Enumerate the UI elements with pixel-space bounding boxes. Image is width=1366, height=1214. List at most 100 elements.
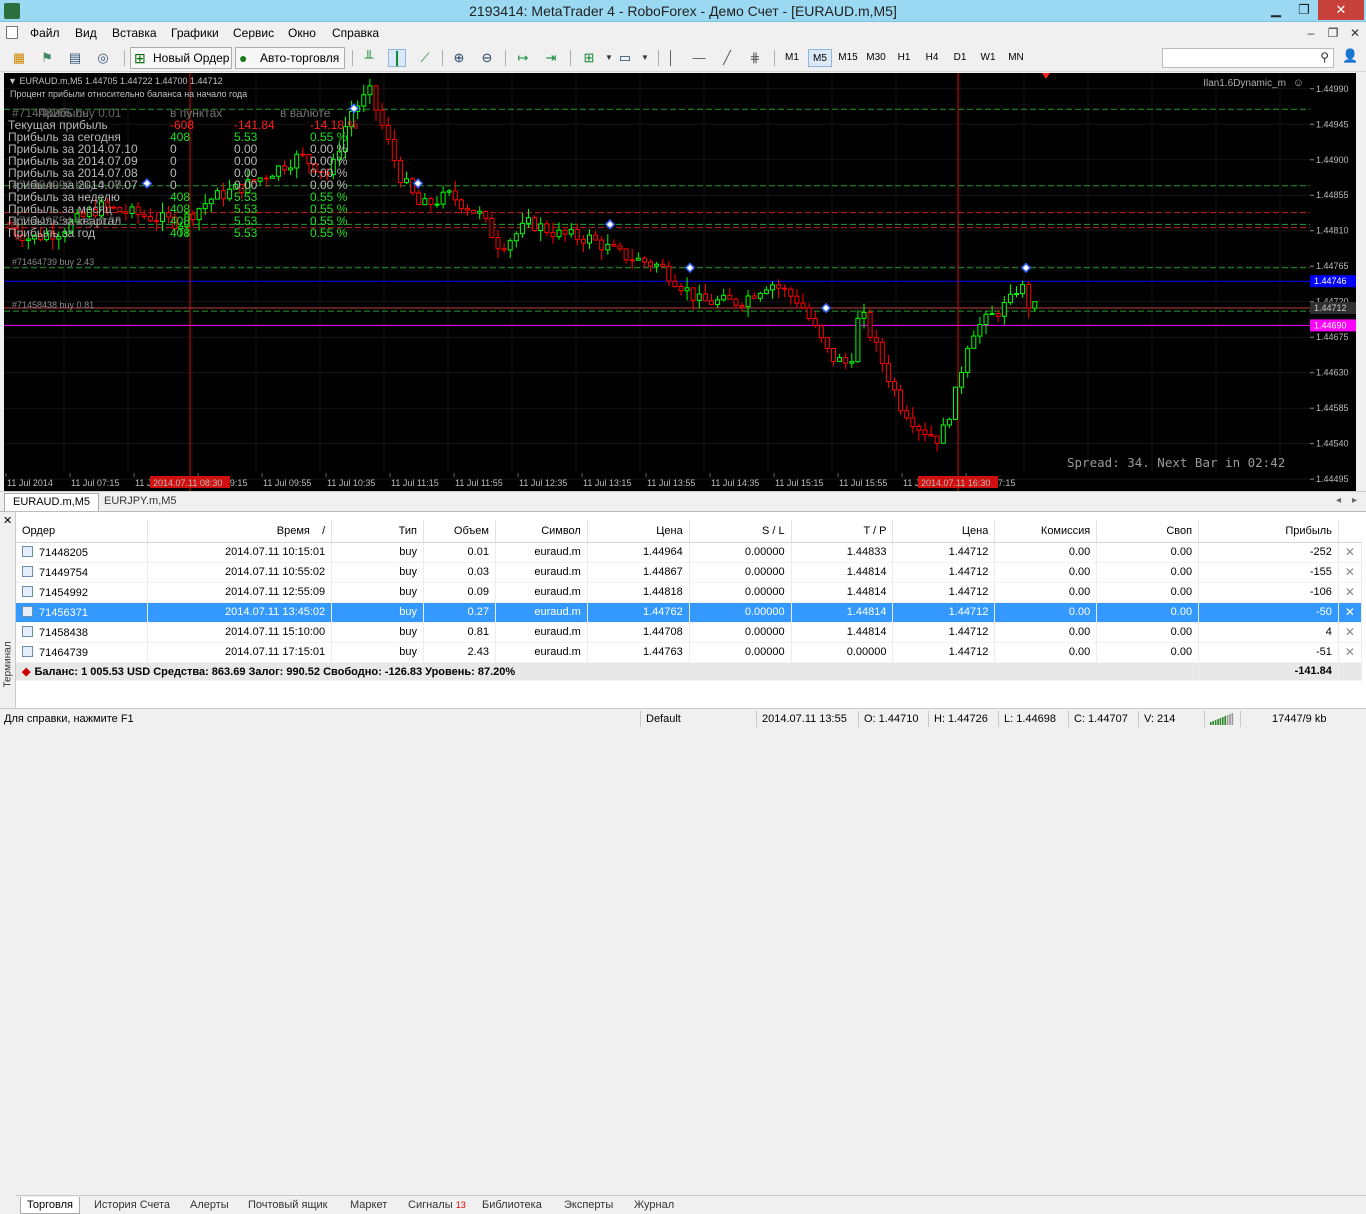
order-row[interactable]: 71464739 2014.07.11 17:15:01 buy 2.43 euraud… — [16, 642, 1363, 663]
col-tp[interactable]: T / P — [791, 520, 894, 543]
tf-d1-button[interactable]: D1 — [948, 49, 972, 67]
tabs-scroll-left-icon[interactable]: ◂ — [1336, 495, 1341, 506]
cell-cur: 1.44712 — [948, 546, 989, 558]
close-order-icon[interactable]: ✕ — [1338, 602, 1363, 623]
close-order-icon[interactable]: ✕ — [1338, 622, 1363, 643]
tf-m5-button[interactable]: M5 — [808, 49, 832, 67]
order-row[interactable]: 71456371 2014.07.11 13:45:02 buy 0.27 euraud… — [16, 602, 1363, 623]
order-row[interactable]: 71449754 2014.07.11 10:55:02 buy 0.03 euraud… — [16, 562, 1363, 583]
close-order-icon[interactable]: ✕ — [1338, 562, 1363, 583]
close-order-icon[interactable]: ✕ — [1338, 642, 1363, 663]
menu-window[interactable]: Окно — [288, 26, 316, 40]
autoscroll-icon[interactable]: ↦ — [514, 49, 532, 67]
window-title: 2193414: MetaTrader 4 - RoboForex - Демо… — [469, 3, 897, 19]
tf-m30-button[interactable]: M30 — [864, 49, 888, 67]
indicators-icon[interactable]: ⊞ — [580, 49, 598, 67]
price-scale[interactable]: 1.44990 1.44945 1.44900 1.44855 1.44810 1.447… — [1310, 73, 1356, 491]
tab-library[interactable]: Библиотека — [476, 1197, 548, 1214]
menu-help[interactable]: Справка — [332, 26, 379, 40]
tf-mn-button[interactable]: MN — [1004, 49, 1028, 67]
tf-m15-button[interactable]: M15 — [836, 49, 860, 67]
chart-tab-euraud[interactable]: EURAUD.m,M5 — [4, 493, 100, 511]
tf-h1-button[interactable]: H1 — [892, 49, 916, 67]
cursor-line-icon[interactable]: │ — [662, 49, 680, 67]
col-current-price[interactable]: Цена — [892, 520, 996, 543]
col-symbol[interactable]: Символ — [495, 520, 588, 543]
chart-tab-eurjpy[interactable]: EURJPY.m,M5 — [96, 493, 185, 511]
tf-h4-button[interactable]: H4 — [920, 49, 944, 67]
chart-shift-icon[interactable]: ⇥ — [542, 49, 560, 67]
tab-mailbox[interactable]: Почтовый ящик — [242, 1197, 333, 1214]
new-order-button[interactable]: ⊞ Новый Ордер — [130, 47, 232, 69]
bar-chart-icon[interactable]: ╨ — [360, 49, 378, 67]
close-order-icon[interactable]: ✕ — [1338, 542, 1363, 563]
tab-alerts[interactable]: Алерты — [184, 1197, 235, 1214]
maximize-button[interactable]: ❐ — [1290, 0, 1318, 20]
fibo-icon[interactable]: ⋕ — [746, 49, 764, 67]
col-order[interactable]: Ордер — [16, 520, 149, 543]
document-icon[interactable] — [6, 26, 18, 39]
data-window-icon[interactable]: ◎ — [94, 49, 112, 67]
mdi-restore-button[interactable]: ❐ — [1324, 24, 1342, 42]
menu-tools[interactable]: Сервис — [233, 26, 274, 40]
tab-journal[interactable]: Журнал — [628, 1197, 680, 1214]
zoom-out-icon[interactable]: ⊖ — [478, 49, 496, 67]
order-row[interactable]: 71454992 2014.07.11 12:55:09 buy 0.09 euraud… — [16, 582, 1363, 603]
menu-view[interactable]: Вид — [75, 26, 97, 40]
close-button[interactable]: ✕ — [1318, 0, 1364, 20]
ea-smiley-icon[interactable]: ☺ — [1293, 77, 1304, 89]
account-icon[interactable]: 👤 — [1342, 48, 1358, 64]
close-order-icon[interactable]: ✕ — [1338, 582, 1363, 603]
grid — [4, 73, 1310, 480]
shift-marker-icon[interactable] — [1042, 73, 1050, 79]
trade-arrow-icon[interactable] — [1020, 262, 1032, 274]
trade-arrow-icon[interactable] — [141, 178, 153, 189]
trendline-icon[interactable]: ╱ — [718, 49, 736, 67]
periods-icon[interactable]: ▭ — [616, 49, 634, 67]
order-row[interactable]: 71448205 2014.07.11 10:15:01 buy 0.01 euraud… — [16, 542, 1363, 563]
menu-file[interactable]: Файл — [30, 26, 60, 40]
menu-insert[interactable]: Вставка — [112, 26, 157, 40]
menu-charts[interactable]: Графики — [171, 26, 219, 40]
mdi-minimize-button[interactable]: – — [1302, 24, 1320, 42]
order-row[interactable]: 71458438 2014.07.11 15:10:00 buy 0.81 euraud… — [16, 622, 1363, 643]
minimize-button[interactable]: ▁ — [1262, 0, 1290, 20]
terminal-close-icon[interactable]: ✕ — [3, 514, 12, 527]
col-time[interactable]: Время / — [147, 520, 333, 543]
col-price[interactable]: Цена — [587, 520, 690, 543]
plus-icon: ⊞ — [134, 50, 146, 66]
tab-market[interactable]: Маркет — [344, 1197, 393, 1214]
cell-sl: 0.00000 — [744, 646, 785, 658]
tab-signals[interactable]: Сигналы 13 — [402, 1197, 472, 1214]
autotrading-button[interactable]: ● Авто-торговля — [235, 47, 345, 69]
col-type[interactable]: Тип — [331, 520, 425, 543]
price-tick: 1.44585 — [1316, 403, 1349, 413]
status-profile[interactable]: Default — [646, 713, 681, 725]
price-tick: 1.44765 — [1316, 261, 1349, 271]
col-sl[interactable]: S / L — [689, 520, 792, 543]
col-commission[interactable]: Комиссия — [994, 520, 1098, 543]
col-volume[interactable]: Объем — [423, 520, 496, 543]
search-icon[interactable]: ⚲ — [1320, 50, 1329, 64]
search-input[interactable]: ⚲ — [1162, 48, 1334, 68]
col-profit[interactable]: Прибыль — [1198, 520, 1339, 543]
col-swap[interactable]: Своп — [1096, 520, 1200, 543]
zoom-in-icon[interactable]: ⊕ — [450, 49, 468, 67]
periods-dropdown-icon[interactable]: ▼ — [636, 49, 654, 67]
trade-arrow-icon[interactable] — [684, 262, 696, 274]
line-chart-icon[interactable]: ⟋ — [416, 49, 434, 67]
profiles-icon[interactable]: ⚑ — [38, 49, 56, 67]
horizontal-line-icon[interactable]: — — [690, 49, 708, 67]
tabs-scroll-right-icon[interactable]: ▸ — [1352, 495, 1357, 506]
tf-w1-button[interactable]: W1 — [976, 49, 1000, 67]
tab-account-history[interactable]: История Счета — [88, 1197, 176, 1214]
market-watch-icon[interactable]: ▤ — [66, 49, 84, 67]
new-chart-icon[interactable]: ▦ — [10, 49, 28, 67]
tf-m1-button[interactable]: M1 — [780, 49, 804, 67]
price-chart[interactable]: #71464739 buy 2.43 #71458438 buy 0.81 11 J… — [4, 73, 1310, 491]
chart-area[interactable]: #71464739 buy 2.43 #71458438 buy 0.81 11 J… — [4, 73, 1310, 491]
tab-trade[interactable]: Торговля — [20, 1197, 80, 1214]
tab-experts[interactable]: Эксперты — [558, 1197, 619, 1214]
mdi-close-button[interactable]: ✕ — [1346, 24, 1364, 42]
candlestick-icon[interactable]: ┃ — [388, 49, 406, 67]
